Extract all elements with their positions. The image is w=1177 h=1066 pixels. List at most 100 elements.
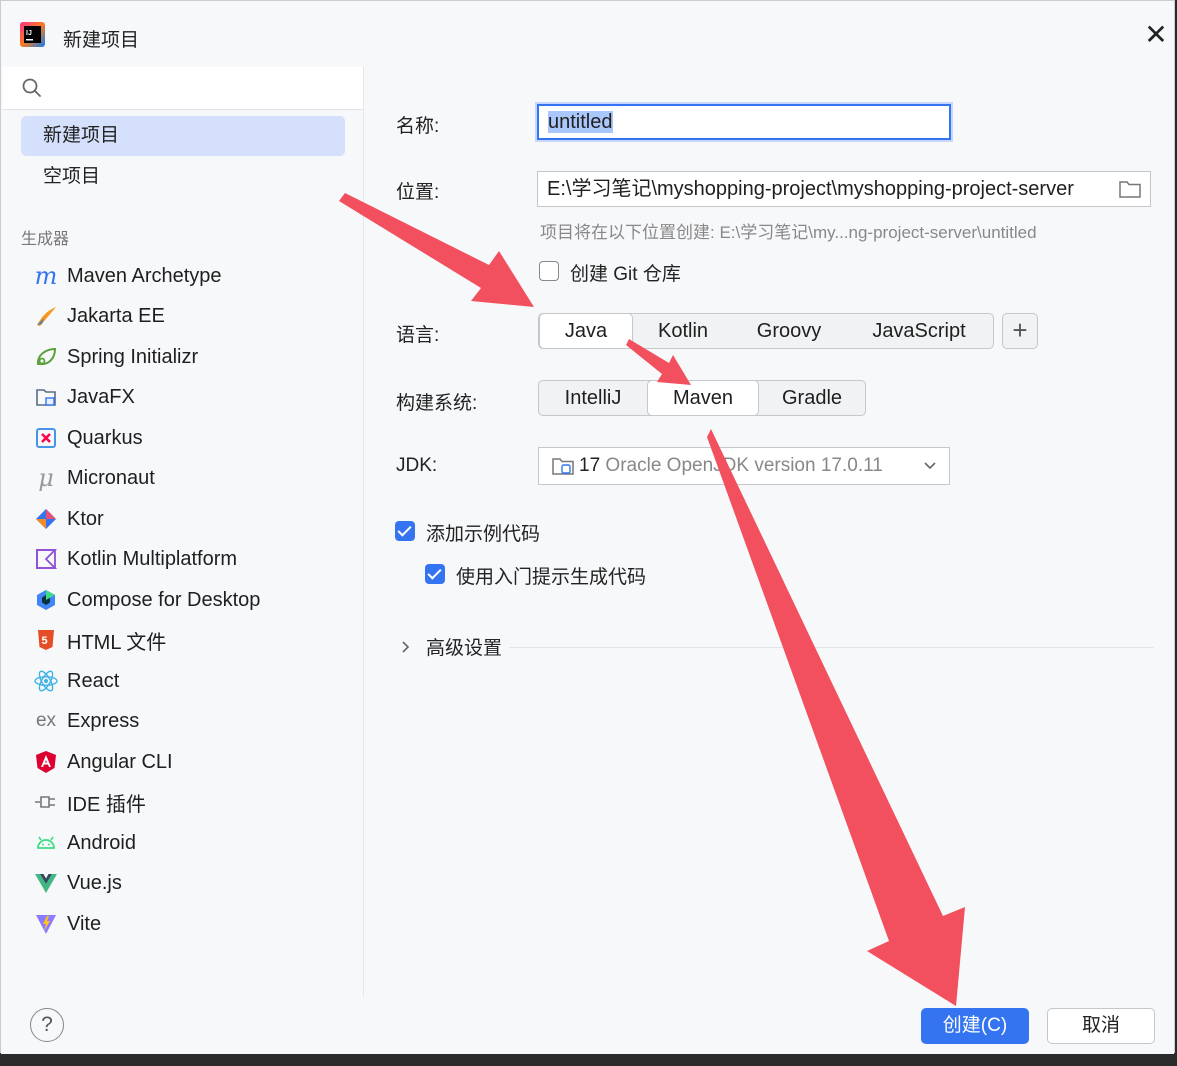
new-project-dialog: IJ 新建项目 ✕ 新建项目 空项目 生成器 m Maven Archetype… bbox=[0, 0, 1175, 1054]
generator-label: Express bbox=[67, 709, 140, 732]
generator-html-file[interactable]: 5 HTML 文件 bbox=[33, 622, 353, 658]
react-icon bbox=[33, 668, 59, 694]
onboarding-label: 使用入门提示生成代码 bbox=[456, 567, 647, 588]
generator-ktor[interactable]: Ktor bbox=[33, 501, 353, 537]
generator-label: Angular CLI bbox=[67, 750, 173, 773]
generator-label: Micronaut bbox=[67, 466, 155, 489]
generator-label: Vue.js bbox=[67, 871, 122, 894]
jdk-name: Oracle OpenJDK version 17.0.11 bbox=[605, 455, 883, 476]
generators-group-label: 生成器 bbox=[21, 231, 70, 248]
jdk-folder-icon bbox=[552, 458, 574, 475]
svg-text:IJ: IJ bbox=[26, 30, 32, 37]
maven-icon: m bbox=[34, 262, 58, 290]
build-system-selector: IntelliJ Maven Gradle bbox=[538, 380, 866, 416]
advanced-settings-toggle[interactable]: 高级设置 bbox=[398, 633, 502, 660]
html5-icon: 5 bbox=[33, 627, 59, 653]
project-settings-panel: 名称: untitled 位置: E:\学习笔记\myshopping-proj… bbox=[364, 67, 1174, 997]
generator-express[interactable]: ex Express bbox=[33, 703, 353, 739]
express-icon: ex bbox=[35, 710, 57, 731]
name-label: 名称: bbox=[396, 116, 440, 137]
build-option-gradle[interactable]: Gradle bbox=[759, 381, 865, 415]
generator-label: Spring Initializr bbox=[67, 345, 199, 368]
chevron-right-icon bbox=[402, 640, 410, 653]
title-bar: IJ 新建项目 ✕ bbox=[1, 1, 1174, 67]
android-icon bbox=[33, 830, 59, 856]
sidebar-item-new-project[interactable]: 新建项目 bbox=[21, 116, 345, 156]
quarkus-icon bbox=[33, 425, 59, 451]
search-input[interactable] bbox=[3, 67, 363, 110]
help-button[interactable]: ? bbox=[30, 1008, 64, 1042]
javafx-icon bbox=[33, 384, 59, 410]
generator-label: HTML 文件 bbox=[67, 631, 167, 654]
create-git-label: 创建 Git 仓库 bbox=[570, 264, 681, 285]
angular-icon bbox=[33, 749, 59, 775]
advanced-settings-label: 高级设置 bbox=[426, 638, 503, 659]
generator-spring-initializr[interactable]: Spring Initializr bbox=[33, 339, 353, 375]
create-button[interactable]: 创建(C) bbox=[921, 1008, 1029, 1044]
plugin-icon bbox=[33, 789, 59, 815]
sidebar: 新建项目 空项目 生成器 m Maven Archetype Jakarta E… bbox=[3, 67, 364, 997]
sidebar-item-empty-project[interactable]: 空项目 bbox=[21, 157, 345, 197]
advanced-divider bbox=[509, 647, 1154, 648]
close-icon[interactable]: ✕ bbox=[1142, 21, 1170, 49]
micronaut-icon: μ bbox=[38, 464, 54, 492]
sample-code-checkbox[interactable] bbox=[395, 521, 415, 541]
generator-quarkus[interactable]: Quarkus bbox=[33, 420, 353, 456]
vite-icon bbox=[33, 911, 59, 937]
generator-label: Android bbox=[67, 831, 136, 854]
build-system-label: 构建系统: bbox=[396, 393, 478, 414]
vue-icon bbox=[33, 870, 59, 896]
location-label: 位置: bbox=[396, 182, 440, 203]
spring-icon bbox=[33, 344, 59, 370]
generator-react[interactable]: React bbox=[33, 663, 353, 699]
intellij-logo-icon: IJ bbox=[20, 22, 45, 47]
ktor-icon bbox=[33, 506, 59, 532]
generator-label: IDE 插件 bbox=[67, 793, 146, 816]
generator-javafx[interactable]: JavaFX bbox=[33, 379, 353, 415]
language-selector: Java Kotlin Groovy JavaScript bbox=[538, 313, 994, 349]
build-option-intellij[interactable]: IntelliJ bbox=[539, 381, 647, 415]
generator-kotlin-multiplatform[interactable]: Kotlin Multiplatform bbox=[33, 541, 353, 577]
generator-label: Kotlin Multiplatform bbox=[67, 547, 238, 570]
generator-android[interactable]: Android bbox=[33, 825, 353, 861]
location-value: E:\学习笔记\myshopping-project\myshopping-pr… bbox=[547, 178, 1074, 200]
language-option-java[interactable]: Java bbox=[539, 313, 633, 349]
svg-text:5: 5 bbox=[42, 635, 48, 647]
language-option-javascript[interactable]: JavaScript bbox=[845, 314, 993, 348]
generator-angular-cli[interactable]: Angular CLI bbox=[33, 744, 353, 780]
generator-label: Ktor bbox=[67, 507, 104, 530]
generator-ide-plugin[interactable]: IDE 插件 bbox=[33, 784, 353, 820]
jakarta-icon bbox=[33, 303, 59, 329]
generator-label: JavaFX bbox=[67, 385, 135, 408]
generator-maven-archetype[interactable]: m Maven Archetype bbox=[33, 258, 353, 294]
generator-label: React bbox=[67, 669, 120, 692]
jdk-version: 17 bbox=[579, 455, 601, 476]
generator-label: Compose for Desktop bbox=[67, 588, 261, 611]
language-label: 语言: bbox=[396, 325, 440, 346]
project-name-value: untitled bbox=[548, 111, 613, 133]
add-language-button[interactable]: + bbox=[1002, 313, 1038, 349]
generator-vuejs[interactable]: Vue.js bbox=[33, 865, 353, 901]
generator-label: Vite bbox=[67, 912, 102, 935]
jdk-label: JDK: bbox=[396, 455, 438, 476]
compose-icon bbox=[33, 587, 59, 613]
jdk-dropdown[interactable]: 17 Oracle OpenJDK version 17.0.11 bbox=[538, 447, 950, 485]
generator-vite[interactable]: Vite bbox=[33, 906, 353, 942]
dialog-title: 新建项目 bbox=[63, 30, 140, 51]
sample-code-label: 添加示例代码 bbox=[426, 524, 541, 545]
generator-jakarta-ee[interactable]: Jakarta EE bbox=[33, 298, 353, 334]
generator-micronaut[interactable]: μ Micronaut bbox=[33, 460, 353, 496]
generator-label: Maven Archetype bbox=[67, 264, 222, 287]
build-option-maven[interactable]: Maven bbox=[647, 380, 759, 416]
language-option-groovy[interactable]: Groovy bbox=[733, 314, 845, 348]
create-git-checkbox[interactable] bbox=[539, 261, 559, 281]
generator-compose-desktop[interactable]: Compose for Desktop bbox=[33, 582, 353, 618]
location-input[interactable]: E:\学习笔记\myshopping-project\myshopping-pr… bbox=[537, 171, 1151, 207]
project-name-input[interactable]: untitled bbox=[537, 104, 951, 140]
folder-icon[interactable] bbox=[1118, 179, 1142, 199]
search-icon bbox=[22, 78, 41, 97]
generator-label: Jakarta EE bbox=[67, 304, 165, 327]
onboarding-checkbox[interactable] bbox=[425, 564, 445, 584]
cancel-button[interactable]: 取消 bbox=[1047, 1008, 1155, 1044]
language-option-kotlin[interactable]: Kotlin bbox=[633, 314, 733, 348]
